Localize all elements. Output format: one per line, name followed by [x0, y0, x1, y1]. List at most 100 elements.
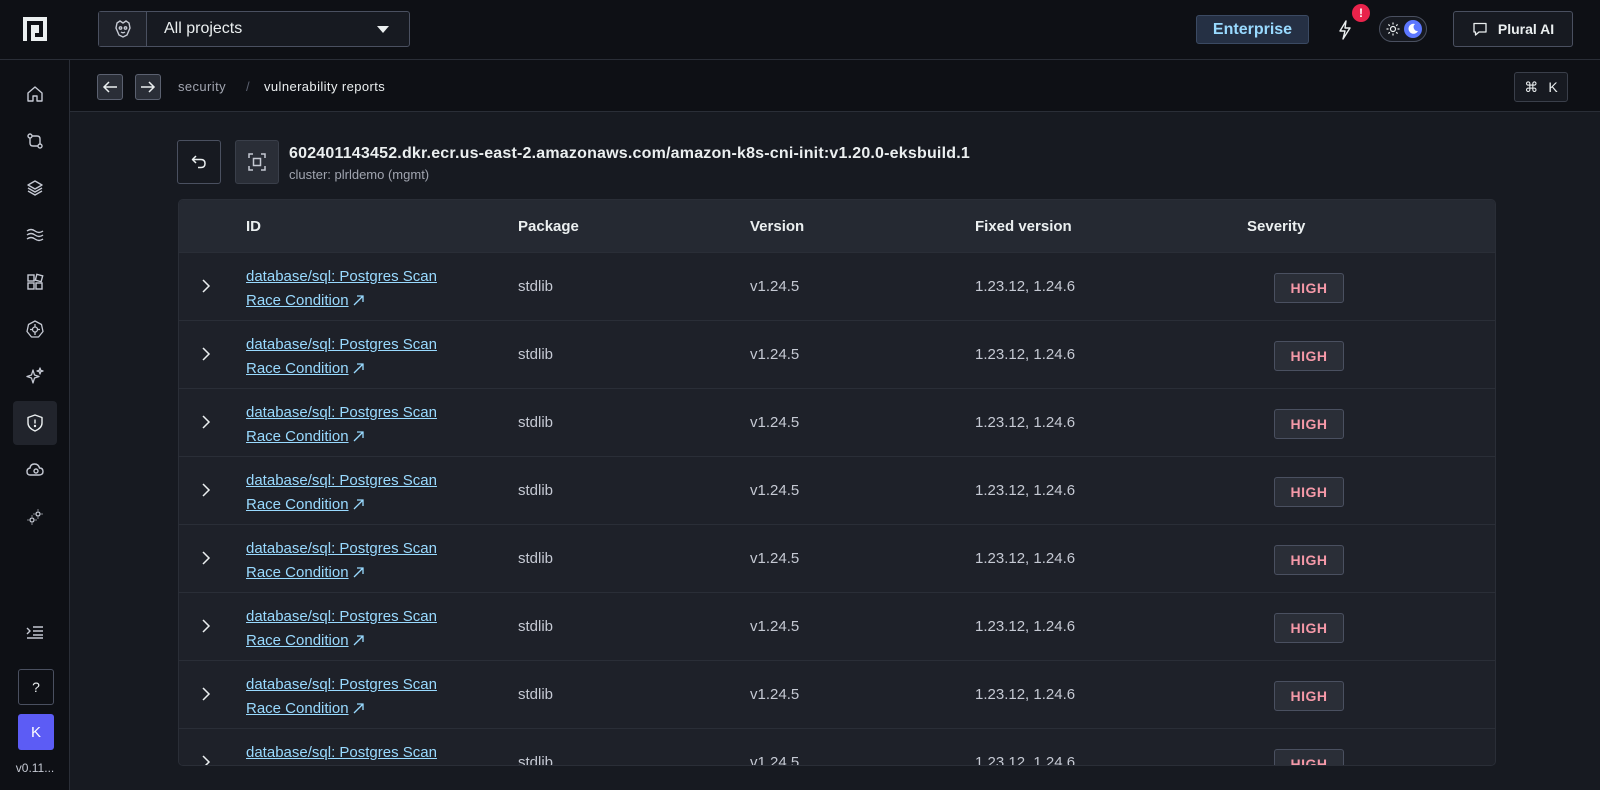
package-cell: stdlib [518, 754, 554, 766]
ai-sparkle-icon[interactable] [13, 354, 57, 398]
flows-icon[interactable] [13, 213, 57, 257]
kubernetes-icon[interactable] [13, 307, 57, 351]
column-header-version[interactable]: Version [750, 218, 804, 235]
column-header-package[interactable]: Package [518, 218, 579, 235]
back-arrow-icon[interactable] [97, 74, 123, 100]
vulnerability-table: ID Package Version Fixed version Severit… [178, 199, 1496, 766]
version-cell: v1.24.5 [750, 414, 800, 431]
chevron-right-icon[interactable] [193, 545, 219, 571]
fixed-version-cell: 1.23.12, 1.24.6 [975, 482, 1076, 499]
catalog-icon[interactable] [13, 260, 57, 304]
help-button[interactable]: ? [18, 669, 54, 705]
command-palette-button[interactable]: ⌘ K [1514, 72, 1568, 102]
fixed-version-cell: 1.23.12, 1.24.6 [975, 414, 1076, 431]
breadcrumb-vulnerability-reports: vulnerability reports [264, 79, 386, 94]
project-selector[interactable]: All projects [98, 11, 410, 47]
edge-cloud-icon[interactable] [13, 448, 57, 492]
column-header-id[interactable]: ID [246, 218, 261, 235]
plural-logo-icon[interactable] [22, 16, 48, 42]
vulnerability-id-link[interactable]: database/sql: Postgres ScanRace Conditio… [246, 537, 486, 587]
package-cell: stdlib [518, 550, 554, 567]
vulnerability-id-line2: Race Condition [246, 564, 349, 581]
vulnerability-id-link[interactable]: database/sql: Postgres ScanRace Conditio… [246, 673, 486, 723]
vulnerability-id-link[interactable]: database/sql: Postgres ScanRace Conditio… [246, 265, 486, 315]
fixed-version-cell: 1.23.12, 1.24.6 [975, 346, 1076, 363]
severity-badge: HIGH [1274, 545, 1344, 575]
version-cell: v1.24.5 [750, 482, 800, 499]
settings-gear-icon[interactable] [13, 495, 57, 539]
version-cell: v1.24.5 [750, 346, 800, 363]
plural-ai-button[interactable]: Plural AI [1453, 11, 1573, 47]
column-header-severity[interactable]: Severity [1247, 218, 1305, 235]
vulnerability-id-line1: database/sql: Postgres Scan [246, 336, 437, 353]
table-row[interactable]: database/sql: Postgres ScanRace Conditio… [179, 457, 1495, 525]
chevron-right-icon[interactable] [193, 681, 219, 707]
enterprise-badge: Enterprise [1196, 15, 1309, 44]
vulnerability-id-link[interactable]: database/sql: Postgres ScanRace Conditio… [246, 469, 486, 519]
column-header-fixed-version[interactable]: Fixed version [975, 218, 1072, 235]
notification-badge: ! [1352, 4, 1370, 22]
version-cell: v1.24.5 [750, 618, 800, 635]
vulnerability-id-line2: Race Condition [246, 632, 349, 649]
chevron-down-icon [377, 25, 389, 33]
plural-ai-label: Plural AI [1497, 21, 1555, 37]
container-image-icon [235, 140, 279, 184]
avatar[interactable]: K [18, 714, 54, 750]
return-button[interactable] [177, 140, 221, 184]
chevron-right-icon[interactable] [193, 273, 219, 299]
vulnerability-id-link[interactable]: database/sql: Postgres ScanRace Conditio… [246, 605, 486, 655]
fixed-version-cell: 1.23.12, 1.24.6 [975, 618, 1076, 635]
chevron-right-icon[interactable] [193, 613, 219, 639]
breadcrumb-security[interactable]: security [178, 79, 226, 94]
external-link-icon [352, 291, 365, 315]
version-cell: v1.24.5 [750, 686, 800, 703]
vulnerability-id-link[interactable]: database/sql: Postgres ScanRace Conditio… [246, 741, 486, 765]
vulnerability-id-line2: Race Condition [246, 360, 349, 377]
vulnerability-id-line1: database/sql: Postgres Scan [246, 472, 437, 489]
package-cell: stdlib [518, 686, 554, 703]
vulnerability-id-link[interactable]: database/sql: Postgres Scan Race Conditio… [246, 333, 486, 383]
security-shield-icon[interactable] [13, 401, 57, 445]
table-row[interactable]: database/sql: Postgres ScanRace Conditio… [179, 253, 1495, 321]
severity-badge: HIGH [1274, 749, 1344, 765]
forward-arrow-icon[interactable] [135, 74, 161, 100]
external-link-icon [352, 427, 365, 451]
vulnerability-id-line2: Race Condition [246, 700, 349, 717]
vulnerability-id-line2: Race Condition [246, 428, 349, 445]
lightning-icon[interactable] [1333, 18, 1357, 42]
table-row[interactable]: database/sql: Postgres ScanRace Conditio… [179, 661, 1495, 729]
external-link-icon [352, 699, 365, 723]
severity-badge: HIGH [1274, 477, 1344, 507]
app-version: v0.11... [15, 761, 55, 775]
home-icon[interactable] [13, 72, 57, 116]
package-cell: stdlib [518, 346, 554, 363]
table-row[interactable]: database/sql: Postgres Scan Race Conditio… [179, 321, 1495, 389]
stacks-icon[interactable] [13, 166, 57, 210]
table-row[interactable]: database/sql: Postgres ScanRace Conditio… [179, 593, 1495, 661]
chevron-right-icon[interactable] [193, 341, 219, 367]
cluster-label: cluster: plrldemo (mgmt) [289, 167, 430, 182]
chevron-right-icon[interactable] [193, 749, 219, 765]
table-header: ID Package Version Fixed version Severit… [179, 200, 1495, 253]
vulnerability-id-line1: database/sql: Postgres Scan [246, 404, 437, 421]
chevron-right-icon[interactable] [193, 477, 219, 503]
external-link-icon [352, 359, 365, 383]
continuous-deployment-icon[interactable] [13, 119, 57, 163]
theme-toggle[interactable] [1379, 16, 1427, 42]
table-row[interactable]: database/sql: Postgres ScanRace Conditio… [179, 729, 1495, 766]
chevron-right-icon[interactable] [193, 409, 219, 435]
version-cell: v1.24.5 [750, 550, 800, 567]
version-cell: v1.24.5 [750, 754, 800, 766]
fixed-version-cell: 1.23.12, 1.24.6 [975, 754, 1076, 766]
external-link-icon [352, 495, 365, 519]
vulnerability-id-link[interactable]: database/sql: Postgres Scan Race Conditio… [246, 401, 486, 451]
moon-icon [1404, 20, 1422, 38]
external-link-icon [352, 563, 365, 587]
table-row[interactable]: database/sql: Postgres ScanRace Conditio… [179, 525, 1495, 593]
table-row[interactable]: database/sql: Postgres Scan Race Conditio… [179, 389, 1495, 457]
severity-badge: HIGH [1274, 409, 1344, 439]
vulnerability-id-line2: Race Condition [246, 292, 349, 309]
shortcut-key: K [1548, 79, 1558, 95]
external-link-icon [352, 631, 365, 655]
expand-sidebar-icon[interactable] [13, 610, 57, 654]
